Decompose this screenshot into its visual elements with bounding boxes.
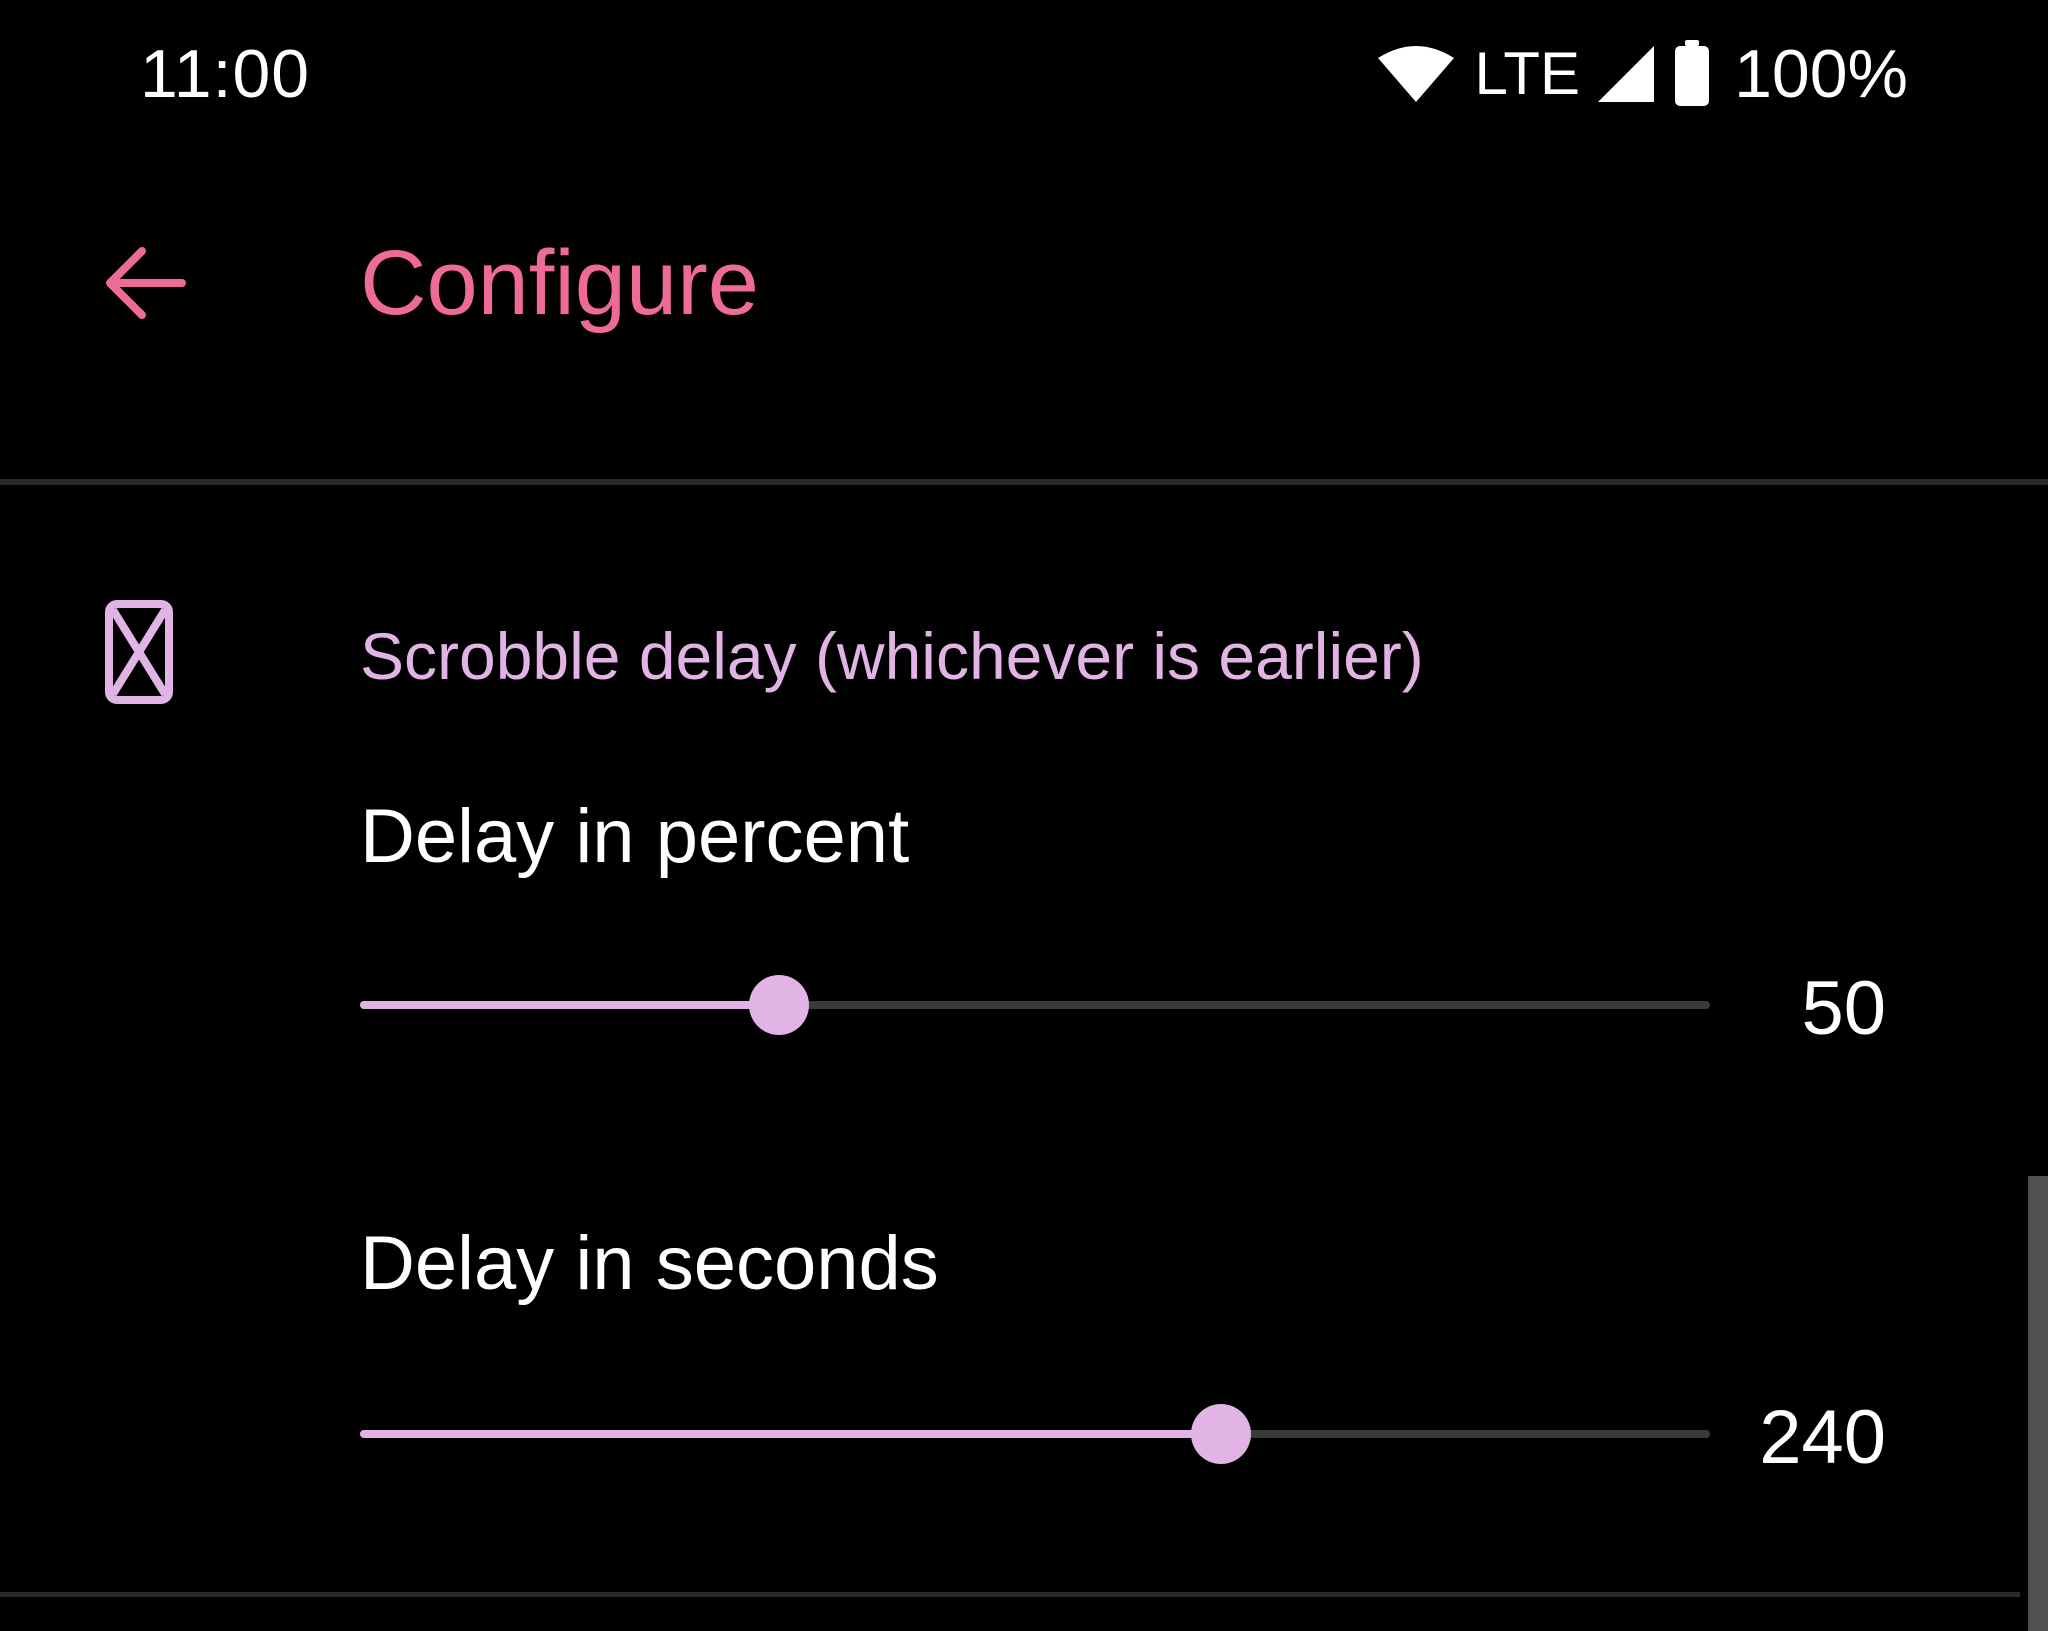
status-icons: LTE 100% <box>1376 30 1908 118</box>
slider-thumb[interactable] <box>748 975 809 1035</box>
section-title: Scrobble delay (whichever is earlier) <box>360 619 1424 693</box>
arrow-back-icon <box>102 243 188 328</box>
scrollbar[interactable] <box>2028 1176 2048 1631</box>
battery-icon <box>1672 40 1712 108</box>
slider-active-track <box>360 1430 1222 1438</box>
section-divider <box>0 1592 2020 1597</box>
delay-percent-value: 50 <box>1801 966 1886 1051</box>
delay-percent-slider[interactable] <box>360 970 1710 1040</box>
page-title: Configure <box>360 232 759 334</box>
cell-signal-icon <box>1594 42 1658 106</box>
back-button[interactable] <box>80 220 210 350</box>
delay-percent-label: Delay in percent <box>360 794 910 879</box>
status-time: 11:00 <box>140 36 311 112</box>
battery-percent: 100% <box>1734 36 1908 112</box>
delay-seconds-slider[interactable] <box>360 1399 1710 1469</box>
delay-seconds-value: 240 <box>1759 1395 1886 1480</box>
wifi-icon <box>1376 44 1456 104</box>
slider-thumb[interactable] <box>1191 1404 1252 1464</box>
network-type-label: LTE <box>1474 40 1581 107</box>
delay-seconds-label: Delay in seconds <box>360 1221 939 1306</box>
app-bar-divider <box>0 479 2048 485</box>
slider-active-track <box>360 1001 779 1009</box>
hourglass-icon <box>104 600 174 704</box>
